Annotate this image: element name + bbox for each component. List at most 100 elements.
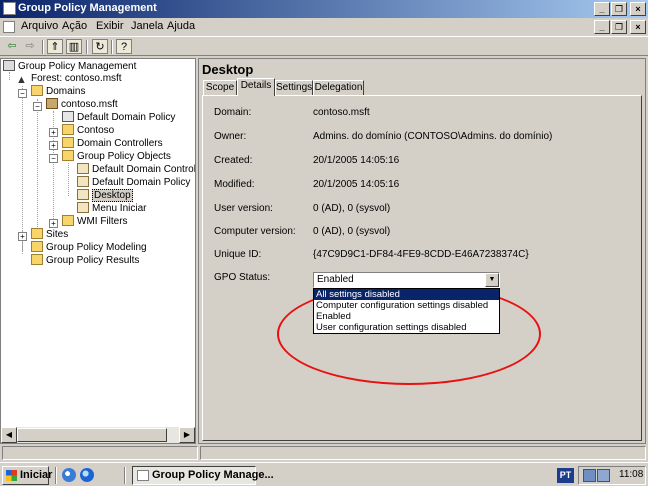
tree-item-group-policy-results[interactable]: Group Policy Results	[31, 254, 139, 267]
tree-item-wmi-filters[interactable]: WMI Filters	[62, 215, 128, 228]
menu-janela[interactable]: Janela	[131, 20, 163, 32]
option-user-configuration-disabled[interactable]: User configuration settings disabled	[314, 322, 499, 333]
app-icon[interactable]	[3, 2, 16, 15]
scroll-right-icon[interactable]: ▶	[179, 427, 195, 443]
tree-item-default-domain-policy-link[interactable]: Default Domain Policy	[62, 111, 175, 124]
status-bar	[0, 445, 648, 461]
gpo-status-option-list[interactable]: All settings disabled Computer configura…	[313, 288, 500, 334]
close-button[interactable]: ×	[630, 2, 646, 16]
help-icon[interactable]: ?	[116, 39, 132, 54]
tree-item-label: Group Policy Results	[46, 255, 140, 266]
clock[interactable]: 11:08	[619, 469, 643, 480]
mmc-console-icon[interactable]	[3, 21, 15, 33]
status-panel	[2, 446, 198, 460]
tree-item-default-domain-controller[interactable]: Default Domain Controller	[77, 163, 195, 176]
tree-item-label-selected: Desktop	[92, 189, 133, 202]
mdi-close-button[interactable]: ×	[630, 20, 646, 34]
taskbar: Iniciar Group Policy Manage... PT 11:08	[0, 462, 648, 486]
language-indicator[interactable]: PT	[557, 468, 574, 483]
tree-item-label: Domains	[46, 86, 86, 97]
tree-item-label: Domain Controllers	[77, 138, 163, 149]
option-computer-configuration-disabled[interactable]: Computer configuration settings disabled	[314, 300, 499, 311]
tree-item-label: Menu Iniciar	[92, 203, 147, 214]
tree-item-sites[interactable]: Sites	[31, 228, 68, 241]
tree-item-desktop[interactable]: Desktop	[77, 189, 133, 202]
forward-arrow-icon[interactable]: ⇨	[22, 39, 38, 54]
tab-settings[interactable]: Settings	[275, 80, 313, 95]
scroll-icon	[77, 176, 89, 187]
expander-plus[interactable]: +	[49, 128, 58, 137]
tree-item-label: Group Policy Management	[18, 61, 137, 72]
show-hide-tree-icon[interactable]: ▥	[66, 39, 82, 54]
tab-delegation[interactable]: Delegation	[313, 80, 364, 95]
network-icon[interactable]	[597, 469, 610, 482]
menu-acao[interactable]: Ação	[62, 20, 87, 32]
panel-title: Desktop	[202, 62, 254, 77]
refresh-icon[interactable]: ↻	[92, 39, 108, 54]
start-button[interactable]: Iniciar	[2, 466, 52, 485]
scroll-thumb[interactable]	[17, 428, 167, 442]
minimize-button[interactable]: _	[594, 2, 610, 16]
expander-plus[interactable]: +	[49, 141, 58, 150]
tree-item-label: Group Policy Objects	[77, 151, 171, 162]
taskbar-group-policy-button[interactable]: Group Policy Manage...	[132, 466, 274, 485]
owner-label: Owner:	[214, 131, 247, 142]
tab-scope[interactable]: Scope	[203, 80, 237, 95]
gpo-status-selected: Enabled	[317, 274, 354, 285]
unique-id-label: Unique ID:	[214, 249, 262, 260]
taskbar-button-label: Group Policy Manage...	[152, 469, 274, 481]
tab-details[interactable]: Details	[237, 78, 275, 96]
tree-connector	[68, 163, 69, 196]
tree-connector	[37, 99, 38, 229]
toolbar-separator	[86, 40, 88, 54]
expander-plus[interactable]: +	[49, 219, 58, 228]
folder-icon	[31, 85, 43, 96]
tree-item-group-policy-objects[interactable]: Group Policy Objects	[62, 150, 171, 163]
window-title: Group Policy Management	[18, 2, 157, 14]
console-tree[interactable]: − − + + − + + Group Policy Management ▲ F…	[0, 58, 196, 444]
scroll-left-icon[interactable]: ◀	[1, 427, 17, 443]
option-all-settings-disabled[interactable]: All settings disabled	[314, 289, 499, 300]
tree-item-label: Forest: contoso.msft	[31, 73, 122, 84]
restore-button[interactable]: ❐	[611, 2, 627, 16]
menu-exibir[interactable]: Exibir	[96, 20, 124, 32]
details-tab-page: Domain: contoso.msft Owner: Admins. do d…	[202, 95, 642, 441]
back-arrow-icon[interactable]: ⇦	[4, 39, 20, 54]
tree-item-label: contoso.msft	[61, 99, 118, 110]
mdi-minimize-button[interactable]: _	[594, 20, 610, 34]
ou-folder-icon	[62, 124, 74, 135]
tree-item-domains[interactable]: Domains	[31, 85, 85, 98]
tree-item-domain-controllers[interactable]: Domain Controllers	[62, 137, 163, 150]
taskbar-separator	[55, 467, 57, 484]
tree-item-menu-iniciar[interactable]: Menu Iniciar	[77, 202, 146, 215]
expander-minus[interactable]: −	[18, 89, 27, 98]
title-bar[interactable]: Group Policy Management _ ❐ ×	[0, 0, 648, 18]
tree-item-label: Contoso	[77, 125, 115, 136]
taskbar-separator	[124, 467, 126, 484]
expander-minus[interactable]: −	[49, 154, 58, 163]
expander-plus[interactable]: +	[18, 232, 27, 241]
menu-ajuda[interactable]: Ajuda	[167, 20, 195, 32]
tree-item-default-domain-policy[interactable]: Default Domain Policy	[77, 176, 190, 189]
expander-minus[interactable]: −	[33, 102, 42, 111]
menu-arquivo[interactable]: Arquivo	[21, 20, 58, 32]
tree-horizontal-scrollbar[interactable]: ◀ ▶	[1, 427, 195, 443]
tree-item-contoso-msft[interactable]: contoso.msft	[46, 98, 118, 111]
forest-icon: ▲	[16, 74, 27, 86]
gpo-status-dropdown[interactable]: Enabled ▼	[313, 272, 500, 288]
folder-icon	[62, 215, 74, 226]
created-label: Created:	[214, 155, 253, 166]
internet-explorer-icon[interactable]	[80, 468, 94, 482]
tree-item-label: Default Domain Policy	[92, 177, 191, 188]
tree-item-forest[interactable]: ▲ Forest: contoso.msft	[16, 72, 122, 86]
modified-value: 20/1/2005 14:05:16	[313, 179, 400, 190]
show-desktop-icon[interactable]	[62, 468, 76, 482]
chevron-down-icon[interactable]: ▼	[485, 273, 499, 287]
network-icon[interactable]	[583, 469, 596, 482]
option-enabled[interactable]: Enabled	[314, 311, 499, 322]
tree-item-group-policy-modeling[interactable]: Group Policy Modeling	[31, 241, 147, 254]
tree-item-contoso[interactable]: Contoso	[62, 124, 114, 137]
unique-id-value: {47C9D9C1-DF84-4FE9-8CDD-E46A7238374C}	[313, 249, 529, 260]
up-one-level-icon[interactable]: ⇑	[47, 39, 63, 54]
mdi-restore-button[interactable]: ❐	[611, 20, 627, 34]
